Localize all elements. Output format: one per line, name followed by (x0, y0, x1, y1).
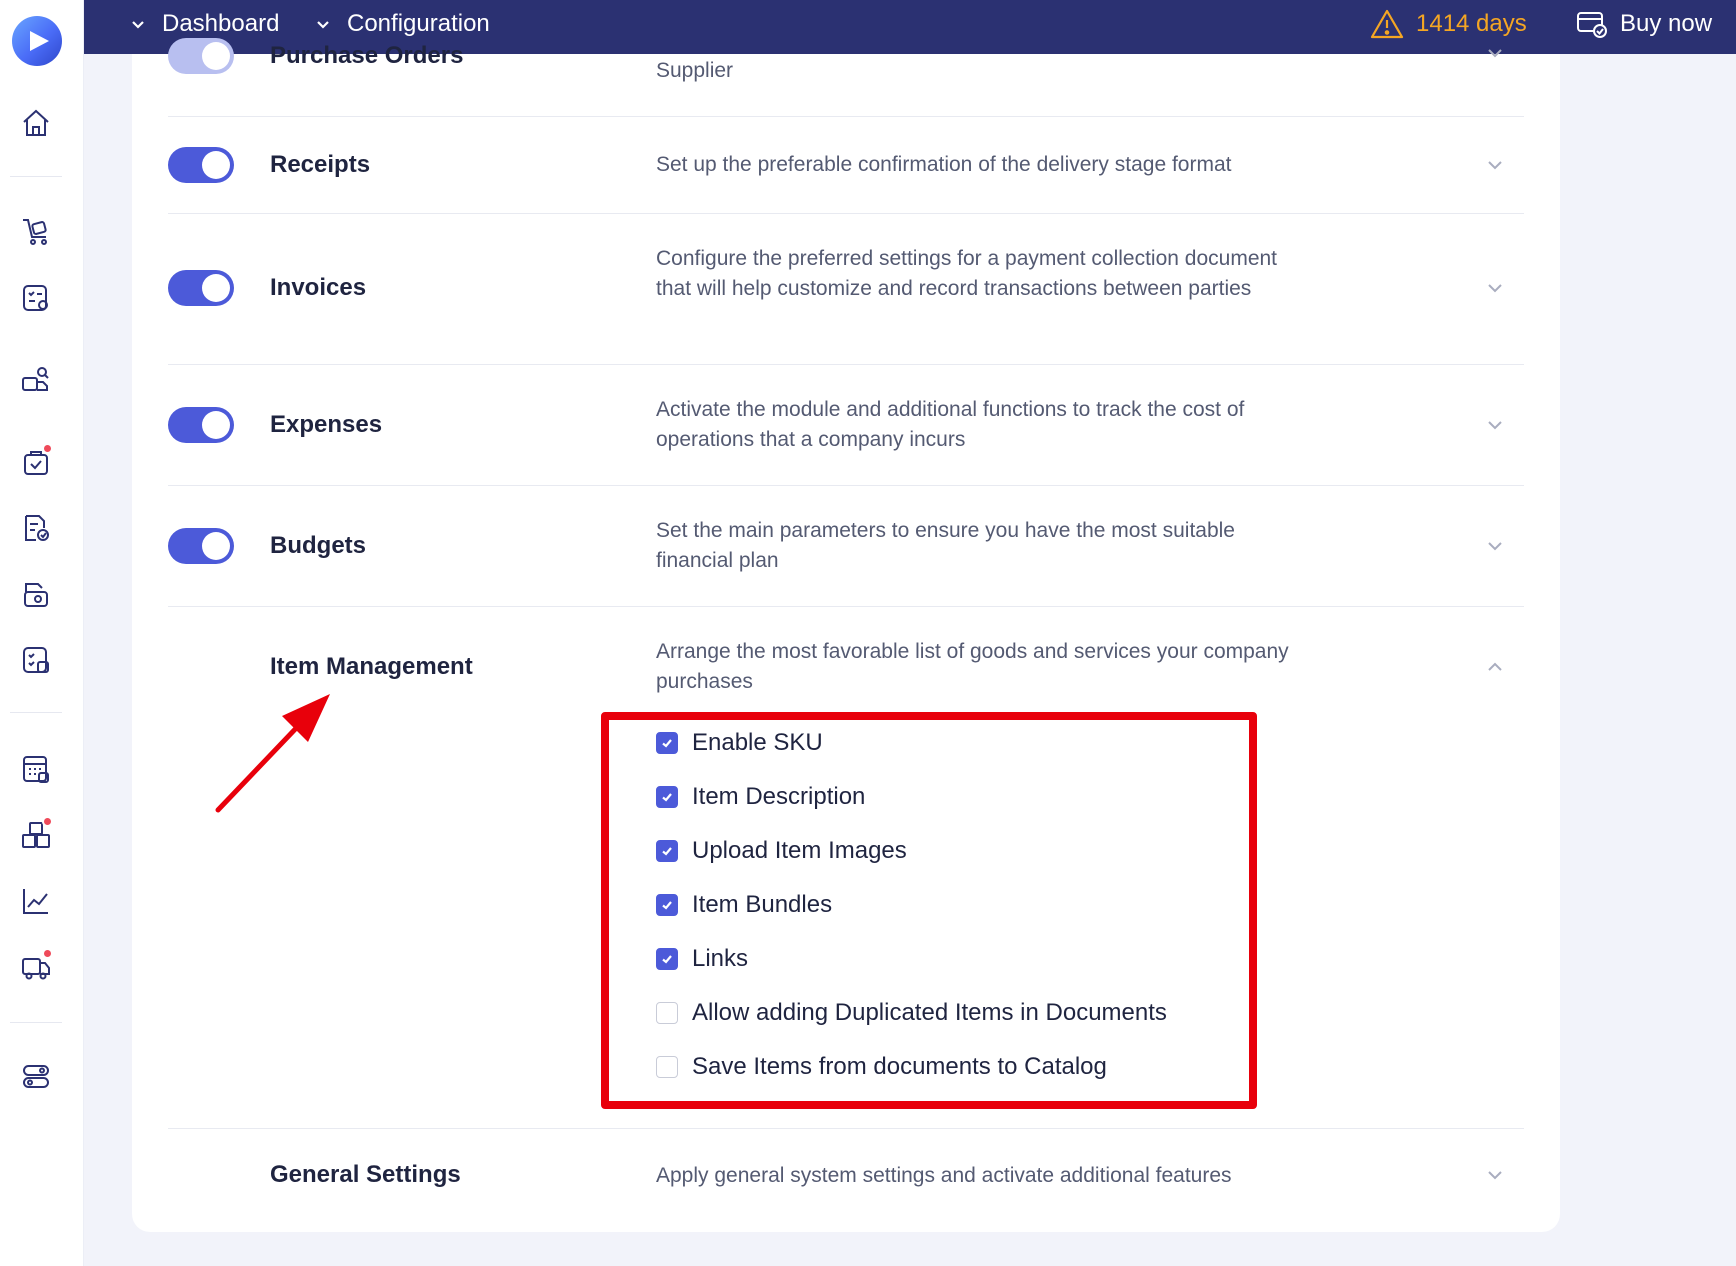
supplier-search-icon[interactable] (19, 363, 53, 397)
chevron-up-icon[interactable] (1484, 656, 1506, 678)
item-option-label: Save Items from documents to Catalog (692, 1053, 1107, 1080)
module-row-invoices[interactable]: Invoices Configure the preferred setting… (168, 214, 1524, 365)
invoice-check-icon[interactable] (19, 511, 53, 545)
row-title: Item Management (270, 653, 473, 680)
row-description: Set the main parameters to ensure you ha… (656, 519, 1235, 572)
warning-icon (1370, 9, 1404, 39)
settings-toggles-icon[interactable] (19, 1059, 53, 1093)
item-option-checkbox[interactable]: Upload Item Images (656, 835, 907, 867)
chevron-down-icon[interactable] (1484, 1164, 1506, 1186)
sidebar-divider (10, 176, 62, 177)
budgets-toggle[interactable] (168, 528, 234, 564)
item-option-checkbox[interactable]: Enable SKU (656, 727, 823, 759)
annotation-arrow (215, 694, 330, 813)
row-title: General Settings (270, 1161, 461, 1188)
purchase-orders-toggle[interactable] (168, 38, 234, 74)
row-description: Configure the preferred settings for a p… (656, 247, 1278, 300)
checkbox-checked-icon[interactable] (656, 840, 678, 862)
row-description: Set up the preferable confirmation of th… (656, 153, 1232, 176)
item-option-checkbox[interactable]: Item Bundles (656, 889, 832, 921)
checkbox-unchecked-icon[interactable] (656, 1002, 678, 1024)
buy-now-label: Buy now (1620, 10, 1713, 37)
inventory-boxes-icon[interactable] (19, 816, 53, 852)
wallet-doc-icon[interactable] (19, 577, 53, 611)
delivery-truck-icon[interactable] (19, 948, 53, 984)
receipts-toggle[interactable] (168, 147, 234, 183)
chevron-down-icon[interactable] (1484, 42, 1506, 64)
sidebar-divider (10, 712, 62, 713)
cart-icon[interactable] (19, 214, 53, 248)
row-description: Apply general system settings and activa… (656, 1164, 1232, 1187)
row-title: Expenses (270, 411, 383, 438)
chevron-down-icon (132, 21, 144, 29)
invoices-toggle[interactable] (168, 270, 234, 306)
checkbox-checked-icon[interactable] (656, 894, 678, 916)
row-description: Activate the module and additional funct… (656, 398, 1245, 451)
item-option-checkbox[interactable]: Item Description (656, 781, 865, 813)
chevron-down-icon[interactable] (1484, 154, 1506, 176)
checkbox-checked-icon[interactable] (656, 732, 678, 754)
item-option-label: Allow adding Duplicated Items in Documen… (692, 999, 1167, 1026)
trial-days-indicator[interactable]: 1414 days (1370, 0, 1527, 48)
item-option-label: Upload Item Images (692, 837, 907, 864)
notification-badge (42, 816, 53, 827)
checkbox-checked-icon[interactable] (656, 948, 678, 970)
expenses-toggle[interactable] (168, 407, 234, 443)
analytics-chart-icon[interactable] (19, 884, 53, 918)
breadcrumb-configuration-label: Configuration (347, 10, 490, 37)
trial-days-label: 1414 days (1416, 10, 1527, 37)
checkbox-checked-icon[interactable] (656, 786, 678, 808)
breadcrumb-dashboard-label: Dashboard (162, 10, 280, 37)
item-option-checkbox[interactable]: Allow adding Duplicated Items in Documen… (656, 997, 1167, 1029)
buy-now-button[interactable]: Buy now (1576, 0, 1712, 48)
module-row-general-settings[interactable]: General Settings Apply general system se… (168, 1129, 1524, 1229)
chevron-down-icon[interactable] (1484, 414, 1506, 436)
calculator-icon[interactable] (19, 752, 53, 786)
item-option-label: Links (692, 945, 749, 972)
home-icon[interactable] (19, 106, 53, 140)
row-description: Arrange the most favorable list of goods… (656, 640, 1289, 693)
module-row-purchase-orders[interactable]: Purchase Orders Supplier (168, 38, 1524, 117)
budget-list-icon[interactable] (19, 643, 53, 677)
chevron-down-icon[interactable] (1484, 277, 1506, 299)
row-title: Receipts (270, 151, 371, 178)
breadcrumb-configuration[interactable]: Configuration (313, 0, 490, 48)
payment-card-icon (1577, 12, 1607, 38)
chevron-down-icon[interactable] (1484, 535, 1506, 557)
item-option-label: Item Description (692, 783, 866, 810)
row-title: Purchase Orders (270, 42, 464, 69)
row-description: Supplier (656, 59, 734, 82)
task-bag-icon[interactable] (19, 443, 53, 479)
checkbox-unchecked-icon[interactable] (656, 1056, 678, 1078)
notification-badge (42, 443, 53, 454)
row-title: Budgets (270, 532, 366, 559)
sidebar-divider (10, 1022, 62, 1023)
item-option-label: Item Bundles (692, 891, 833, 918)
item-option-checkbox[interactable]: Links (656, 943, 748, 975)
approval-list-icon[interactable] (19, 281, 53, 315)
row-title: Invoices (270, 274, 367, 301)
item-option-checkbox[interactable]: Save Items from documents to Catalog (656, 1051, 1107, 1083)
chevron-down-icon (317, 21, 329, 29)
app-logo[interactable] (12, 16, 62, 66)
module-row-receipts[interactable]: Receipts Set up the preferable confirmat… (168, 117, 1524, 214)
sidebar (0, 0, 84, 1266)
notification-badge (42, 948, 53, 959)
item-option-label: Enable SKU (692, 729, 823, 756)
module-row-budgets[interactable]: Budgets Set the main parameters to ensur… (168, 486, 1524, 607)
module-row-expenses[interactable]: Expenses Activate the module and additio… (168, 365, 1524, 486)
